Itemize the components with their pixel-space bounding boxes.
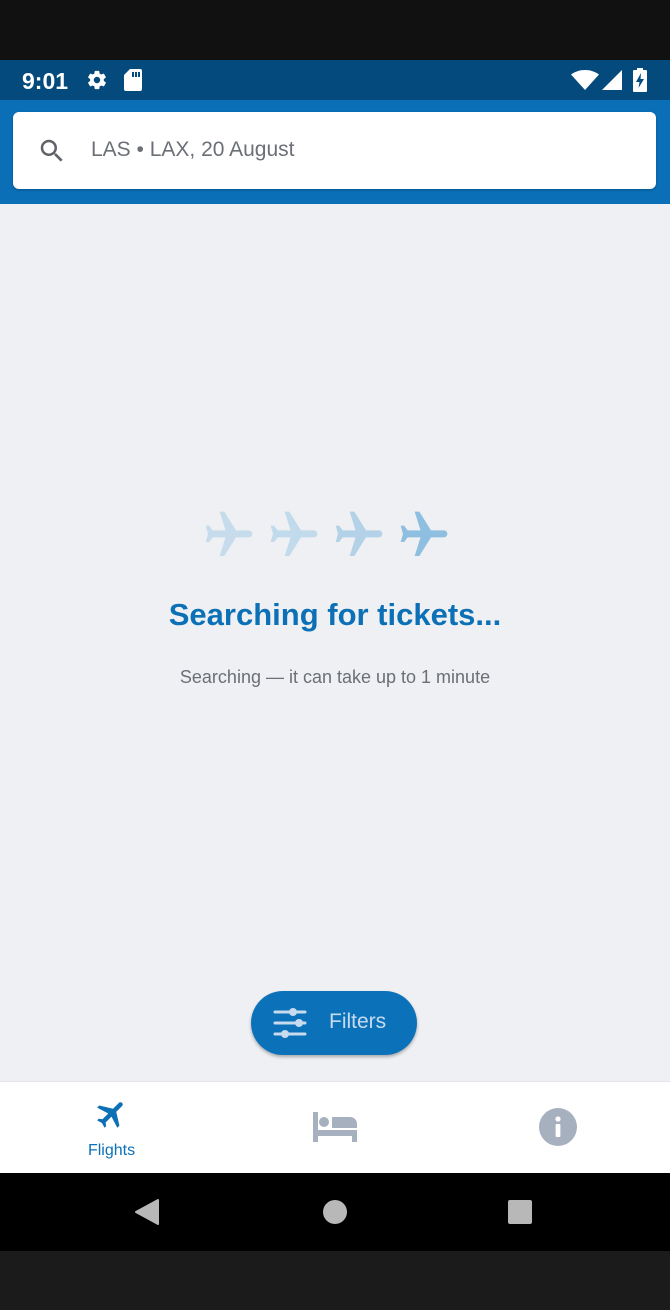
airplane-icon	[205, 511, 253, 556]
search-icon	[40, 139, 63, 162]
loading-subtitle: Searching — it can take up to 1 minute	[179, 667, 491, 687]
filters-label: Filters	[329, 1010, 387, 1033]
system-navigation-bar	[0, 1173, 670, 1251]
airplane-icon	[400, 511, 448, 556]
search-header: LAS • LAX, 20 August	[0, 100, 670, 204]
bed-icon	[313, 1112, 357, 1142]
filters-button[interactable]: Filters	[251, 991, 417, 1055]
loading-title: Searching for tickets...	[168, 597, 502, 632]
top-screen-border	[0, 0, 670, 60]
nav-tab-flights[interactable]: Flights	[0, 1082, 223, 1174]
search-results-area: Searching for tickets... Searching — it …	[0, 204, 670, 1081]
search-query[interactable]: LAS • LAX, 20 August	[91, 138, 295, 162]
info-icon	[539, 1108, 577, 1146]
nav-tab-info[interactable]	[446, 1082, 669, 1174]
cell-signal-icon	[602, 70, 622, 90]
back-icon[interactable]	[134, 1198, 160, 1226]
loading-animation	[201, 505, 453, 565]
airplane-icon	[335, 511, 383, 556]
sliders-icon	[273, 1008, 307, 1038]
home-icon[interactable]	[322, 1199, 348, 1225]
sd-card-icon	[124, 69, 142, 91]
nav-tab-flights-label: Flights	[87, 1142, 136, 1159]
recents-icon[interactable]	[508, 1200, 532, 1224]
wifi-icon	[571, 70, 599, 90]
bottom-screen-border	[0, 1251, 670, 1310]
search-bar[interactable]: LAS • LAX, 20 August	[13, 112, 656, 189]
gear-icon	[88, 70, 106, 90]
battery-charging-icon	[633, 68, 647, 92]
airplane-icon	[270, 511, 318, 556]
bottom-navigation: Flights	[0, 1081, 670, 1174]
nav-tab-hotels[interactable]	[223, 1082, 446, 1174]
airplane-icon	[97, 1102, 123, 1128]
status-bar: 9:01	[0, 60, 670, 100]
status-time: 9:01	[22, 68, 69, 94]
